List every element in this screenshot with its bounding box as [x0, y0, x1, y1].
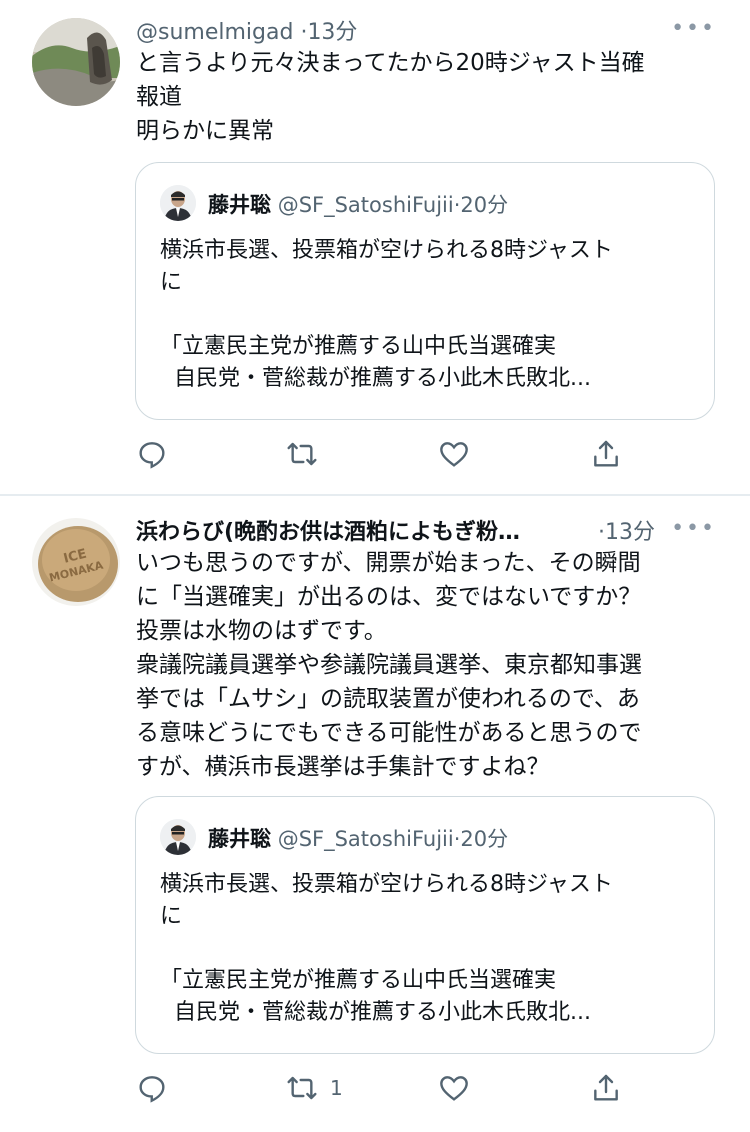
retweet-button[interactable] — [286, 434, 330, 474]
text-line: 報道 — [136, 84, 182, 110]
quoted-tweet[interactable]: 藤井聡 @SF_SatoshiFujii·20分 横浜市長選、投票箱が空けられる… — [135, 162, 715, 420]
quoted-text-line: 「立憲民主党が推薦する山中氏当選確実 — [160, 334, 557, 359]
text-line: いつも思うのですが、開票が始まった、その瞬間 — [136, 550, 641, 576]
tweet-actions: 1 — [136, 1068, 636, 1108]
quoted-text: 横浜市長選、投票箱が空けられる8時ジャスト に 「立憲民主党が推薦する山中氏当選… — [160, 235, 700, 395]
share-button[interactable] — [590, 1068, 622, 1108]
retweet-icon — [287, 442, 317, 466]
timestamp-wrap: ·13分 — [598, 514, 655, 546]
quoted-header: 藤井聡 @SF_SatoshiFujii·20分 — [208, 823, 508, 853]
quoted-timestamp: 20分 — [460, 827, 509, 851]
tweet[interactable]: @sumelmigad ·13分 ••• と言うより元々決まってたから20時ジャ… — [0, 0, 750, 494]
tweet-header: @sumelmigad ·13分 — [136, 14, 357, 46]
quoted-timestamp: 20分 — [460, 193, 509, 217]
retweet-icon — [287, 1076, 317, 1100]
author-handle[interactable]: @sumelmigad — [136, 20, 293, 45]
quoted-text-line: に — [160, 270, 183, 295]
reply-icon — [139, 442, 165, 469]
more-options-icon[interactable]: ••• — [671, 16, 716, 41]
quoted-tweet[interactable]: 藤井聡 @SF_SatoshiFujii·20分 横浜市長選、投票箱が空けられる… — [135, 796, 715, 1054]
text-line: 挙では「ムサシ」の読取装置が使われるので、あ — [136, 686, 640, 712]
quoted-avatar — [160, 185, 196, 221]
text-line: 投票は水物のはずです。 — [136, 618, 387, 644]
quoted-header: 藤井聡 @SF_SatoshiFujii·20分 — [208, 189, 508, 219]
like-button[interactable] — [438, 434, 482, 474]
tweet-text: と言うより元々決まってたから20時ジャスト当確 報道 明らかに異常 — [136, 46, 726, 148]
quoted-text: 横浜市長選、投票箱が空けられる8時ジャスト に 「立憲民主党が推薦する山中氏当選… — [160, 869, 700, 1029]
retweet-count: 1 — [330, 1076, 343, 1100]
quoted-text-line: 「立憲民主党が推薦する山中氏当選確実 — [160, 968, 557, 993]
quoted-text-line: 横浜市長選、投票箱が空けられる8時ジャスト — [160, 238, 613, 263]
heart-icon — [440, 442, 468, 467]
share-button[interactable] — [590, 434, 622, 474]
quoted-text-line: に — [160, 904, 183, 929]
quoted-text-line — [160, 299, 700, 331]
reply-button[interactable] — [136, 1068, 180, 1108]
text-line: る意味どうにでもできる可能性があると思うので — [136, 720, 642, 746]
quoted-author-handle: @SF_SatoshiFujii — [277, 193, 454, 217]
more-options-icon[interactable]: ••• — [671, 516, 716, 541]
quoted-text-line: 自民党・菅総裁が推薦する小此木氏敗北... — [160, 1000, 591, 1025]
timestamp[interactable]: 13分 — [307, 20, 357, 45]
text-line: と言うより元々決まってたから20時ジャスト当確 — [136, 50, 645, 76]
avatar[interactable] — [32, 18, 120, 106]
quoted-author-name: 藤井聡 — [208, 193, 271, 217]
quoted-author-handle: @SF_SatoshiFujii — [277, 827, 454, 851]
author-name[interactable]: 浜わらび(晩酌お供は酒粕によもぎ粉… — [136, 520, 520, 545]
quoted-avatar — [160, 819, 196, 855]
quoted-author-name: 藤井聡 — [208, 827, 271, 851]
quoted-text-line: 自民党・菅総裁が推薦する小此木氏敗北... — [160, 366, 591, 391]
share-icon — [594, 440, 618, 467]
reply-icon — [139, 1076, 165, 1103]
text-line: 衆議院議員選挙や参議院議員選挙、東京都知事選 — [136, 652, 642, 678]
separator: · — [598, 520, 605, 545]
quoted-text-line — [160, 933, 700, 965]
tweet[interactable]: ICE MONAKA 浜わらび(晩酌お供は酒粕によもぎ粉… ·13分 ••• い… — [0, 496, 750, 1132]
tweet-actions — [136, 434, 636, 474]
heart-icon — [440, 1076, 468, 1101]
text-line: すが、横浜市長選挙は手集計ですよね？ — [136, 754, 550, 780]
like-button[interactable] — [438, 1068, 482, 1108]
quoted-text-line: 横浜市長選、投票箱が空けられる8時ジャスト — [160, 872, 613, 897]
text-line: に「当選確実」が出るのは、変ではないですか？ — [136, 584, 642, 610]
retweet-button[interactable]: 1 — [286, 1068, 343, 1108]
text-line: 明らかに異常 — [136, 118, 274, 144]
reply-button[interactable] — [136, 434, 180, 474]
share-icon — [594, 1074, 618, 1101]
tweet-header: 浜わらび(晩酌お供は酒粕によもぎ粉… — [136, 514, 520, 546]
timestamp[interactable]: 13分 — [605, 520, 655, 545]
avatar[interactable]: ICE MONAKA — [32, 518, 120, 606]
tweet-text: いつも思うのですが、開票が始まった、その瞬間 に「当選確実」が出るのは、変ではな… — [136, 546, 726, 784]
